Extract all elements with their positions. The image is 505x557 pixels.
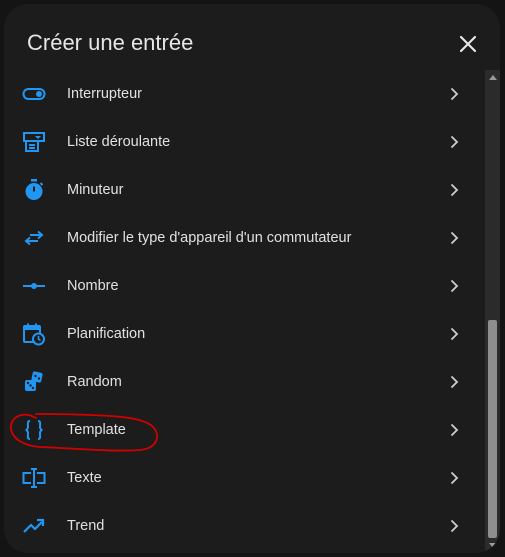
calendar-clock-icon: [22, 322, 46, 346]
chevron-right-icon: [446, 470, 462, 486]
list-item-label: Modifier le type d'appareil d'un commuta…: [67, 230, 352, 246]
chevron-right-icon: [446, 230, 462, 246]
chevron-right-icon: [446, 134, 462, 150]
form-dropdown-icon: [22, 130, 46, 154]
create-entry-dialog: Créer une entrée Interrupteur Liste déro…: [4, 4, 500, 553]
list-item-modifier-type-appareil[interactable]: Modifier le type d'appareil d'un commuta…: [4, 214, 484, 262]
list-item-minuteur[interactable]: Minuteur: [4, 166, 484, 214]
dialog-title: Créer une entrée: [27, 30, 194, 55]
list-item-nombre[interactable]: Nombre: [4, 262, 484, 310]
list-item-label: Template: [67, 422, 126, 438]
chevron-right-icon: [446, 422, 462, 438]
swap-arrows-icon: [22, 226, 46, 250]
list-item-label: Planification: [67, 326, 146, 342]
trending-up-icon: [22, 514, 46, 538]
list-item-texte[interactable]: Texte: [4, 454, 484, 502]
scroll-thumb[interactable]: [488, 320, 497, 538]
form-textbox-icon: [22, 466, 46, 490]
chevron-right-icon: [446, 278, 462, 294]
chevron-right-icon: [446, 518, 462, 534]
list-item-trend[interactable]: Trend: [4, 502, 484, 550]
scrollbar[interactable]: [485, 70, 500, 553]
list-item-label: Minuteur: [67, 182, 124, 198]
list-item-random[interactable]: Random: [4, 358, 484, 406]
dialog-header: Créer une entrée: [4, 4, 500, 74]
helper-type-list: Interrupteur Liste déroulante Minuteur M…: [4, 66, 484, 553]
chevron-right-icon: [446, 374, 462, 390]
list-item-label: Liste déroulante: [67, 134, 171, 150]
list-item-planification[interactable]: Planification: [4, 310, 484, 358]
timer-icon: [22, 178, 46, 202]
chevron-right-icon: [446, 182, 462, 198]
list-item-interrupteur[interactable]: Interrupteur: [4, 70, 484, 118]
list-item-label: Nombre: [67, 278, 119, 294]
list-item-label: Interrupteur: [67, 86, 142, 102]
list-item-label: Random: [67, 374, 122, 390]
list-item-liste-deroulante[interactable]: Liste déroulante: [4, 118, 484, 166]
close-button[interactable]: [454, 30, 482, 58]
list-item-label: Trend: [67, 518, 105, 534]
dice-icon: [22, 370, 46, 394]
close-icon: [459, 35, 477, 53]
toggle-switch-icon: [22, 82, 46, 106]
scroll-up-arrow-icon[interactable]: [489, 75, 497, 80]
code-braces-icon: [22, 418, 46, 442]
chevron-right-icon: [446, 86, 462, 102]
chevron-right-icon: [446, 326, 462, 342]
list-item-label: Texte: [67, 470, 102, 486]
list-item-template[interactable]: Template: [4, 406, 484, 454]
ray-vertex-icon: [22, 274, 46, 298]
scroll-down-arrow-icon[interactable]: [489, 543, 497, 548]
